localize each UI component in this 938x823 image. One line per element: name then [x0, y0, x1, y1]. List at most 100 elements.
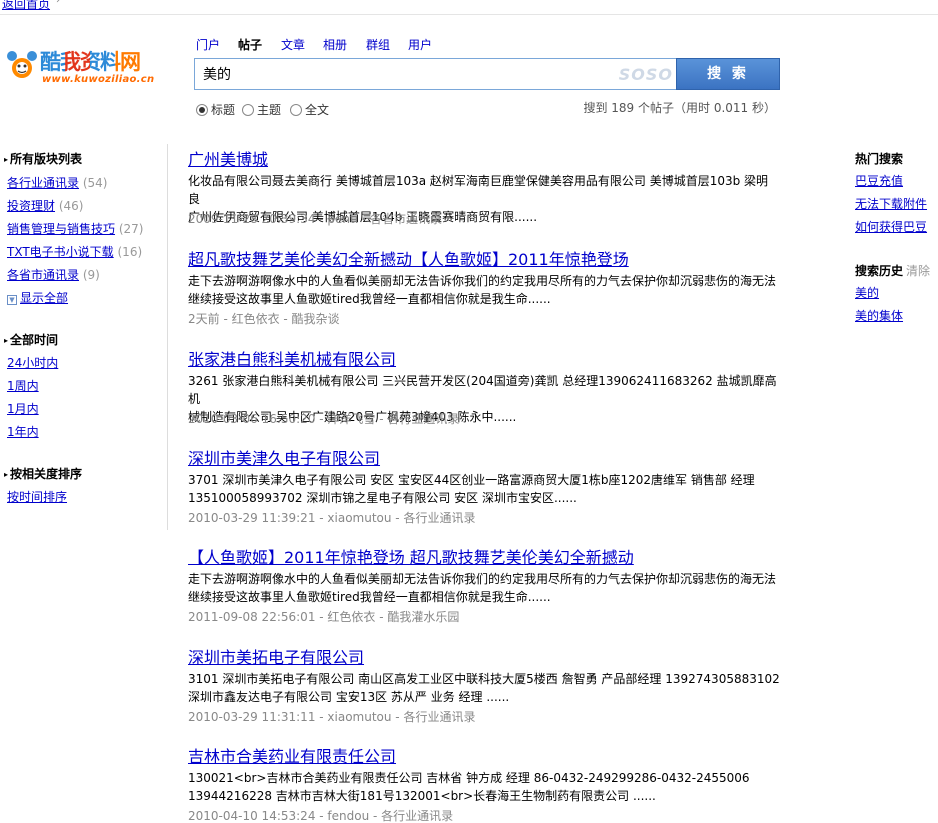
result-meta: 2010-03-29 11:31:11 - xiaomutou - 各行业通讯录	[188, 710, 476, 724]
sort-filter: ▸ 按相关度排序	[4, 465, 82, 482]
scope-topic[interactable]: 主题	[242, 101, 281, 118]
tab-users[interactable]: 用户	[408, 36, 432, 53]
time-item: 24小时内	[7, 354, 58, 371]
search-button[interactable]: 搜 索	[676, 58, 780, 90]
tab-albums[interactable]: 相册	[323, 36, 347, 53]
radio-checked-icon[interactable]	[196, 104, 208, 116]
hot-search-link[interactable]: 无法下载附件	[855, 197, 927, 211]
result-snippet: 走下去游啊游啊像水中的人鱼看似美丽却无法告诉你我们的约定我用尽所有的力气去保护你…	[188, 570, 780, 606]
hot-search-item: 如何获得巴豆	[855, 218, 927, 235]
result-snippet-line: 3701 深圳市美津久电子有限公司 安区 宝安区44区创业一路富源商贸大厦1栋b…	[188, 473, 755, 487]
tab-posts[interactable]: 帖子	[238, 36, 262, 53]
sort-item: 按时间排序	[7, 488, 67, 505]
result-title[interactable]: 广州美博城	[188, 150, 268, 169]
result-snippet-line: 深圳市鑫友达电子有限公司 宝安13区 苏从严 业务 经理 ......	[188, 690, 510, 704]
forum-count: (9)	[82, 268, 100, 282]
result-title[interactable]: 吉林市合美药业有限责任公司	[188, 747, 396, 766]
result-snippet-line: 130021<br>吉林市合美药业有限责任公司 吉林省 钟方成 经理 86-04…	[188, 771, 750, 785]
time-link-week[interactable]: 1周内	[7, 379, 39, 393]
scope-title[interactable]: 标题	[196, 101, 235, 118]
search-history-header: 搜索历史 清除	[855, 262, 930, 279]
sort-by-time-link[interactable]: 按时间排序	[7, 490, 67, 504]
forum-link[interactable]: 投资理财	[7, 199, 55, 213]
forum-link[interactable]: TXT电子书小说下载	[7, 245, 114, 259]
time-item: 1月内	[7, 400, 39, 417]
result-meta: 2010-04-10 14:53:24 - fendou - 各行业通讯录	[188, 809, 454, 823]
show-all-link[interactable]: 显示全部	[20, 291, 68, 305]
forum-count: (16)	[117, 245, 143, 259]
hot-search-item: 巴豆充值	[855, 172, 903, 189]
search-box: SOSO	[194, 58, 682, 90]
logo-brand-text: 酷我资料网	[40, 46, 141, 76]
result-meta: 2天前 - 红色依衣 - 酷我杂谈	[188, 312, 340, 326]
result-snippet-line: 继续接受这故事里人鱼歌姬tired我曾经一直都相信你就是我生命......	[188, 590, 551, 604]
triangle-right-icon: ▸	[4, 336, 9, 345]
result-title[interactable]: 深圳市美津久电子有限公司	[188, 449, 380, 468]
site-logo[interactable]: 酷我资料网 www.kuwoziliao.cn	[6, 44, 166, 90]
result-snippet: 走下去游啊游啊像水中的人鱼看似美丽却无法告诉你我们的约定我用尽所有的力气去保护你…	[188, 272, 780, 308]
history-item: 美的	[855, 284, 879, 301]
result-item: 吉林市合美药业有限责任公司 130021<br>吉林市合美药业有限责任公司 吉林…	[188, 743, 788, 823]
search-history-title: 搜索历史	[855, 264, 904, 278]
result-item: 广州美博城 化妆品有限公司聂去美商行 美博城首层103a 赵树军海南巨鹿堂保健美…	[188, 146, 788, 226]
tab-portal[interactable]: 门户	[196, 36, 220, 53]
scope-topic-label: 主题	[257, 103, 282, 117]
result-title[interactable]: 【人鱼歌姬】2011年惊艳登场 超凡歌技舞艺美伦美幻全新撼动	[188, 548, 634, 567]
logo-url: www.kuwoziliao.cn	[42, 74, 155, 85]
forum-link[interactable]: 各行业通讯录	[7, 176, 79, 190]
result-snippet: 130021<br>吉林市合美药业有限责任公司 吉林省 钟方成 经理 86-04…	[188, 769, 780, 805]
result-snippet: 3701 深圳市美津久电子有限公司 安区 宝安区44区创业一路富源商贸大厦1栋b…	[188, 471, 780, 507]
result-meta: 2010-03-06 16:50:20 - 洋洋飞雪 - 各行业通讯录	[188, 412, 460, 426]
forum-link[interactable]: 各省市通讯录	[7, 268, 79, 282]
result-snippet-line: 继续接受这故事里人鱼歌姬tired我曾经一直都相信你就是我生命......	[188, 292, 551, 306]
chevron-right-icon: ›	[56, 0, 60, 6]
time-filter-title: ▸ 全部时间	[4, 331, 58, 348]
result-title[interactable]: 张家港白熊科美机械有限公司	[188, 350, 396, 369]
forum-count: (27)	[118, 222, 144, 236]
time-link-month[interactable]: 1月内	[7, 402, 39, 416]
clear-history-link[interactable]: 清除	[906, 264, 930, 278]
top-bar: 返回首页 ›	[0, 0, 938, 15]
hot-search-item: 无法下载附件	[855, 195, 927, 212]
sort-filter-label: 按相关度排序	[10, 467, 83, 481]
result-snippet-line: 13944216228 吉林市吉林大街181号132001<br>长春海王生物制…	[188, 789, 656, 803]
tab-articles[interactable]: 文章	[281, 36, 305, 53]
logo-brand: 酷我资料网	[40, 49, 141, 74]
tab-groups[interactable]: 群组	[366, 36, 390, 53]
forum-link[interactable]: 销售管理与销售技巧	[7, 222, 115, 236]
time-item: 1周内	[7, 377, 39, 394]
result-snippet-line: 走下去游啊游啊像水中的人鱼看似美丽却无法告诉你我们的约定我用尽所有的力气去保护你…	[188, 572, 777, 586]
time-link-year[interactable]: 1年内	[7, 425, 39, 439]
history-link[interactable]: 美的集体	[855, 309, 903, 323]
forum-filter: ▸ 所有版块列表	[4, 150, 82, 167]
result-title[interactable]: 超凡歌技舞艺美伦美幻全新撼动【人鱼歌姬】2011年惊艳登场	[188, 250, 629, 269]
hot-search-link[interactable]: 巴豆充值	[855, 174, 903, 188]
result-snippet-line: 化妆品有限公司聂去美商行 美博城首层103a 赵树军海南巨鹿堂保健美容用品有限公…	[188, 174, 769, 206]
search-input[interactable]	[195, 59, 615, 89]
hot-search-title: 热门搜索	[855, 152, 904, 166]
forum-item: TXT电子书小说下载 (16)	[7, 243, 142, 260]
result-stats: 搜到 189 个帖子（用时 0.011 秒）	[583, 101, 776, 115]
triangle-right-icon: ▸	[4, 155, 9, 164]
result-item: 【人鱼歌姬】2011年惊艳登场 超凡歌技舞艺美伦美幻全新撼动 走下去游啊游啊像水…	[188, 544, 788, 624]
forum-count: (54)	[82, 176, 108, 190]
result-title[interactable]: 深圳市美拓电子有限公司	[188, 648, 364, 667]
logo-mascot-icon	[7, 51, 37, 78]
forum-filter-label: 所有版块列表	[10, 152, 83, 166]
back-home-link[interactable]: 返回首页	[2, 0, 50, 12]
history-link[interactable]: 美的	[855, 286, 879, 300]
radio-icon[interactable]	[290, 104, 302, 116]
scope-fulltext-label: 全文	[305, 103, 330, 117]
result-snippet-line: 走下去游啊游啊像水中的人鱼看似美丽却无法告诉你我们的约定我用尽所有的力气去保护你…	[188, 274, 777, 288]
scope-title-label: 标题	[211, 103, 236, 117]
hot-search-link[interactable]: 如何获得巴豆	[855, 220, 927, 234]
forum-item: 各省市通讯录 (9)	[7, 266, 100, 283]
result-snippet-line: 3261 张家港白熊科美机械有限公司 三兴民营开发区(204国道旁)龚凯 总经理…	[188, 374, 777, 406]
time-link-24h[interactable]: 24小时内	[7, 356, 58, 370]
triangle-right-icon: ▸	[4, 470, 9, 479]
left-sidebar: ▸ 所有版块列表 各行业通讯录 (54) 投资理财 (46) 销售管理与销售技巧 …	[0, 144, 168, 530]
expand-icon[interactable]: ▼	[7, 295, 17, 305]
scope-fulltext[interactable]: 全文	[290, 101, 329, 118]
radio-icon[interactable]	[242, 104, 254, 116]
soso-watermark: SOSO	[618, 65, 673, 84]
